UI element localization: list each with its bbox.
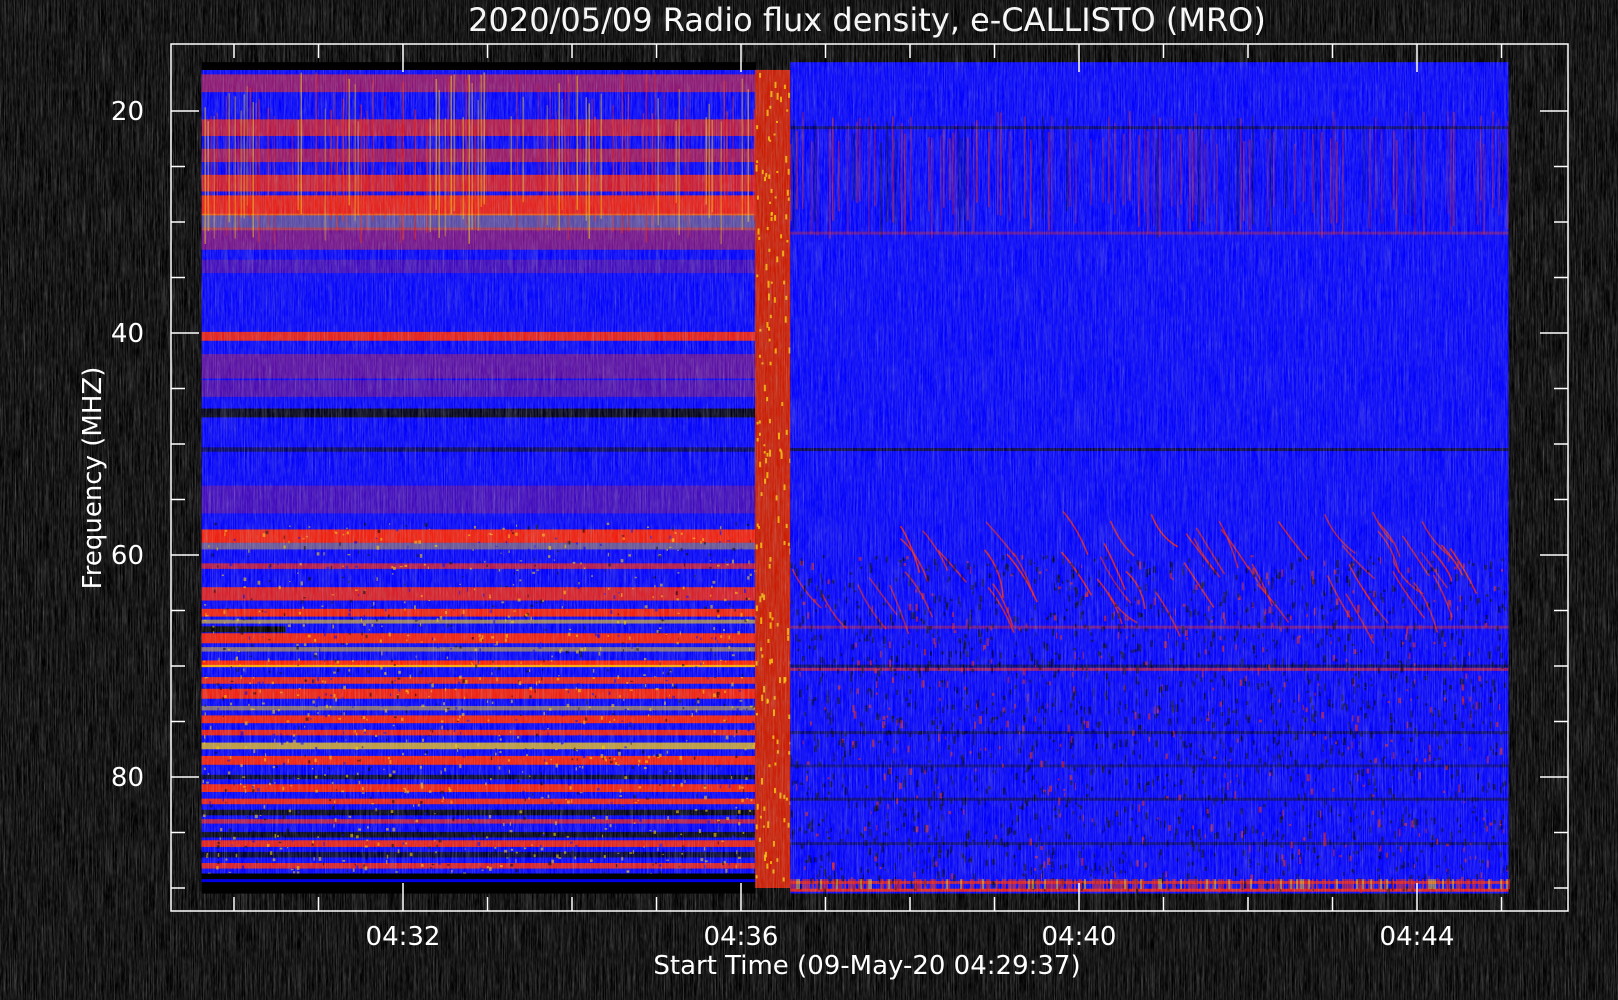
mask-bottom-left (201, 873, 756, 894)
x-tick-label: 04:40 (1042, 922, 1117, 952)
x-tick-label: 04:44 (1380, 922, 1455, 952)
x-tick-label: 04:36 (704, 922, 779, 952)
spectrogram-chart: 2020/05/09 Radio flux density, e-CALLIST… (78, 1, 1569, 981)
chart-title: 2020/05/09 Radio flux density, e-CALLIST… (468, 1, 1266, 39)
y-tick-label: 20 (111, 97, 144, 127)
noise-overlay-coarse (201, 62, 1509, 894)
y-tick-label: 60 (111, 541, 144, 571)
bottom-trace-left (201, 879, 756, 883)
y-tick-label: 80 (111, 763, 144, 793)
x-tick-label: 04:32 (366, 922, 441, 952)
mask-top-left (201, 62, 757, 70)
spectrogram-image (201, 62, 1510, 895)
y-tick-label: 40 (111, 319, 144, 349)
x-axis-label: Start Time (09-May-20 04:29:37) (653, 951, 1080, 981)
y-axis-label: Frequency (MHZ) (78, 367, 108, 590)
